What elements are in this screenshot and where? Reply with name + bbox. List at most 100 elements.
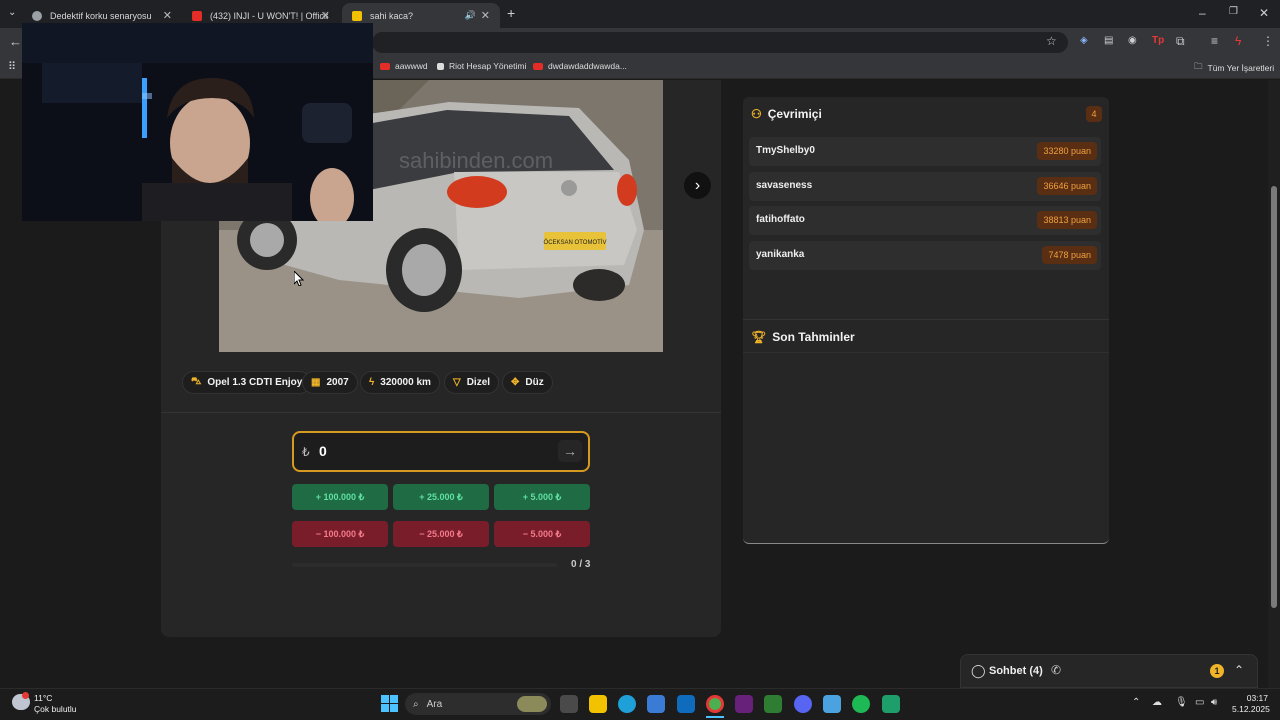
display-icon[interactable]: ▭ xyxy=(1195,697,1204,708)
bookmark-item[interactable]: Riot Hesap Yönetimi xyxy=(437,61,526,71)
speaker-icon[interactable]: 🔊 xyxy=(465,10,476,21)
recent-title: Son Tahminler xyxy=(772,330,855,344)
weather-alert-badge xyxy=(22,692,29,699)
weather-widget[interactable]: 11°C Çok bulutlu xyxy=(34,693,77,715)
address-bar[interactable] xyxy=(372,32,1068,53)
minimize-icon[interactable]: – xyxy=(1199,6,1206,20)
car-icon: ⛍ xyxy=(191,376,202,387)
chip-model: ⛍ Opel 1.3 CDTI Enjoy xyxy=(182,371,312,394)
player-row: fatihoffato 38813 puan xyxy=(749,206,1101,235)
edge-icon[interactable] xyxy=(618,695,636,713)
subtract-100000-button[interactable]: − 100.000 ₺ xyxy=(292,521,388,547)
windows-taskbar xyxy=(0,688,1280,720)
youtube-icon xyxy=(533,62,543,70)
add-5000-button[interactable]: + 5.000 ₺ xyxy=(494,484,590,510)
next-image-button[interactable]: › xyxy=(684,172,711,199)
add-100000-button[interactable]: + 100.000 ₺ xyxy=(292,484,388,510)
start-windows-icon[interactable] xyxy=(381,695,398,712)
task-view-icon[interactable] xyxy=(560,695,578,713)
app-icon[interactable] xyxy=(823,695,841,713)
app-icon[interactable] xyxy=(764,695,782,713)
price-guess-input[interactable] xyxy=(292,431,590,472)
discord-icon[interactable] xyxy=(794,695,812,713)
close-tab-icon[interactable]: ✕ xyxy=(321,9,330,22)
media-icon[interactable]: ≡ xyxy=(1211,34,1218,48)
player-name: fatihoffato xyxy=(756,214,805,225)
extension-icon[interactable]: ▤ xyxy=(1104,35,1113,46)
phone-icon[interactable]: ✆ xyxy=(1051,663,1061,677)
chevron-up-icon[interactable]: ⌃ xyxy=(1234,663,1244,677)
round-progress-bar xyxy=(292,563,557,567)
chip-label: 2007 xyxy=(326,377,349,388)
bookmark-item[interactable]: aawwwd xyxy=(380,61,428,71)
tab-search-icon[interactable]: ⌄ xyxy=(8,7,16,18)
scrollbar-thumb[interactable] xyxy=(1271,186,1277,608)
submit-guess-button[interactable]: → xyxy=(558,440,582,462)
player-score-badge: 38813 puan xyxy=(1037,211,1097,229)
puzzle-icon[interactable]: ⧉ xyxy=(1176,34,1185,49)
trophy-icon: 🏆︎ xyxy=(751,330,767,344)
store-icon[interactable] xyxy=(647,695,665,713)
arrow-right-icon: → xyxy=(563,443,577,459)
panel-divider xyxy=(743,319,1109,320)
apps-icon[interactable]: ⠿ xyxy=(8,60,16,73)
player-name: savaseness xyxy=(756,180,813,191)
file-explorer-icon[interactable] xyxy=(589,695,607,713)
all-bookmarks[interactable]: 🗀 Tüm Yer İşaretleri xyxy=(1194,61,1274,75)
question-favicon-icon xyxy=(352,10,362,21)
chat-widget[interactable]: ◯ Sohbet (4) ✆ 1 ⌃ xyxy=(960,654,1258,688)
chip-label: Düz xyxy=(525,377,544,388)
subtract-25000-button[interactable]: − 25.000 ₺ xyxy=(393,521,489,547)
webcam-overlay xyxy=(22,23,373,221)
add-25000-button[interactable]: + 25.000 ₺ xyxy=(393,484,489,510)
close-window-icon[interactable]: ✕ xyxy=(1259,6,1269,20)
taskbar-search[interactable]: ⌕ Ara xyxy=(405,693,551,715)
watermark-text: sahibinden.com xyxy=(399,148,553,173)
system-clock[interactable]: 03:17 5.12.2025 xyxy=(1232,693,1270,715)
folder-icon: 🗀 xyxy=(1194,61,1203,71)
chip-gearbox: ✥ Düz xyxy=(502,371,553,394)
plate-text: ÖCEKSAN OTOMOTİV xyxy=(544,239,607,246)
app-icon[interactable] xyxy=(882,695,900,713)
temperature: 11°C xyxy=(34,693,53,703)
menu-icon[interactable]: ⋮ xyxy=(1262,34,1274,48)
recent-guesses-header: 🏆︎ Son Tahminler xyxy=(751,330,855,344)
onedrive-icon[interactable]: ☁ xyxy=(1152,697,1162,708)
users-icon: ⚇ xyxy=(751,107,762,121)
chat-label: Sohbet (4) xyxy=(989,665,1043,677)
section-divider xyxy=(161,412,721,413)
restore-icon[interactable]: ❐ xyxy=(1229,6,1238,17)
panel-divider xyxy=(743,352,1109,353)
gauge-icon: ϟ xyxy=(369,377,375,388)
microphone-icon[interactable]: 🎙︎ xyxy=(1175,697,1188,708)
online-count-badge: 4 xyxy=(1086,106,1102,122)
spotify-icon[interactable] xyxy=(852,695,870,713)
back-icon[interactable]: ← xyxy=(9,34,22,49)
visual-studio-icon[interactable] xyxy=(735,695,753,713)
player-score-badge: 33280 puan xyxy=(1037,142,1097,160)
search-highlight-icon xyxy=(517,696,547,712)
profile-icon[interactable]: ϟ xyxy=(1235,34,1241,48)
chrome-icon[interactable] xyxy=(706,695,724,713)
subtract-5000-button[interactable]: − 5.000 ₺ xyxy=(494,521,590,547)
bookmark-label: Riot Hesap Yönetimi xyxy=(449,61,527,71)
close-tab-icon[interactable]: ✕ xyxy=(163,9,172,22)
player-score-badge: 7478 puan xyxy=(1042,246,1097,264)
volume-icon[interactable]: 🔊︎ xyxy=(1211,697,1217,708)
extension-icon[interactable]: ◈ xyxy=(1080,35,1088,46)
star-bookmark-icon[interactable]: ☆ xyxy=(1046,34,1057,48)
chip-mileage: ϟ 320000 km xyxy=(360,371,440,394)
outlook-icon[interactable] xyxy=(677,695,695,713)
new-tab-icon[interactable]: + xyxy=(507,5,515,21)
tab-title: sahi kaca? xyxy=(370,10,414,21)
bookmark-label: aawwwd xyxy=(395,61,428,71)
extension-icon[interactable]: Tp xyxy=(1152,35,1164,46)
tray-chevron-icon[interactable]: ⌃ xyxy=(1132,697,1140,708)
bookmark-item[interactable]: dwdawdaddwawda... xyxy=(533,61,627,71)
unread-badge: 1 xyxy=(1210,664,1224,678)
chip-label: Dizel xyxy=(466,377,491,388)
youtube-icon xyxy=(192,10,202,21)
search-placeholder: Ara xyxy=(426,698,443,710)
extension-icon[interactable]: ◉ xyxy=(1128,35,1137,46)
close-tab-icon[interactable]: ✕ xyxy=(481,9,490,22)
